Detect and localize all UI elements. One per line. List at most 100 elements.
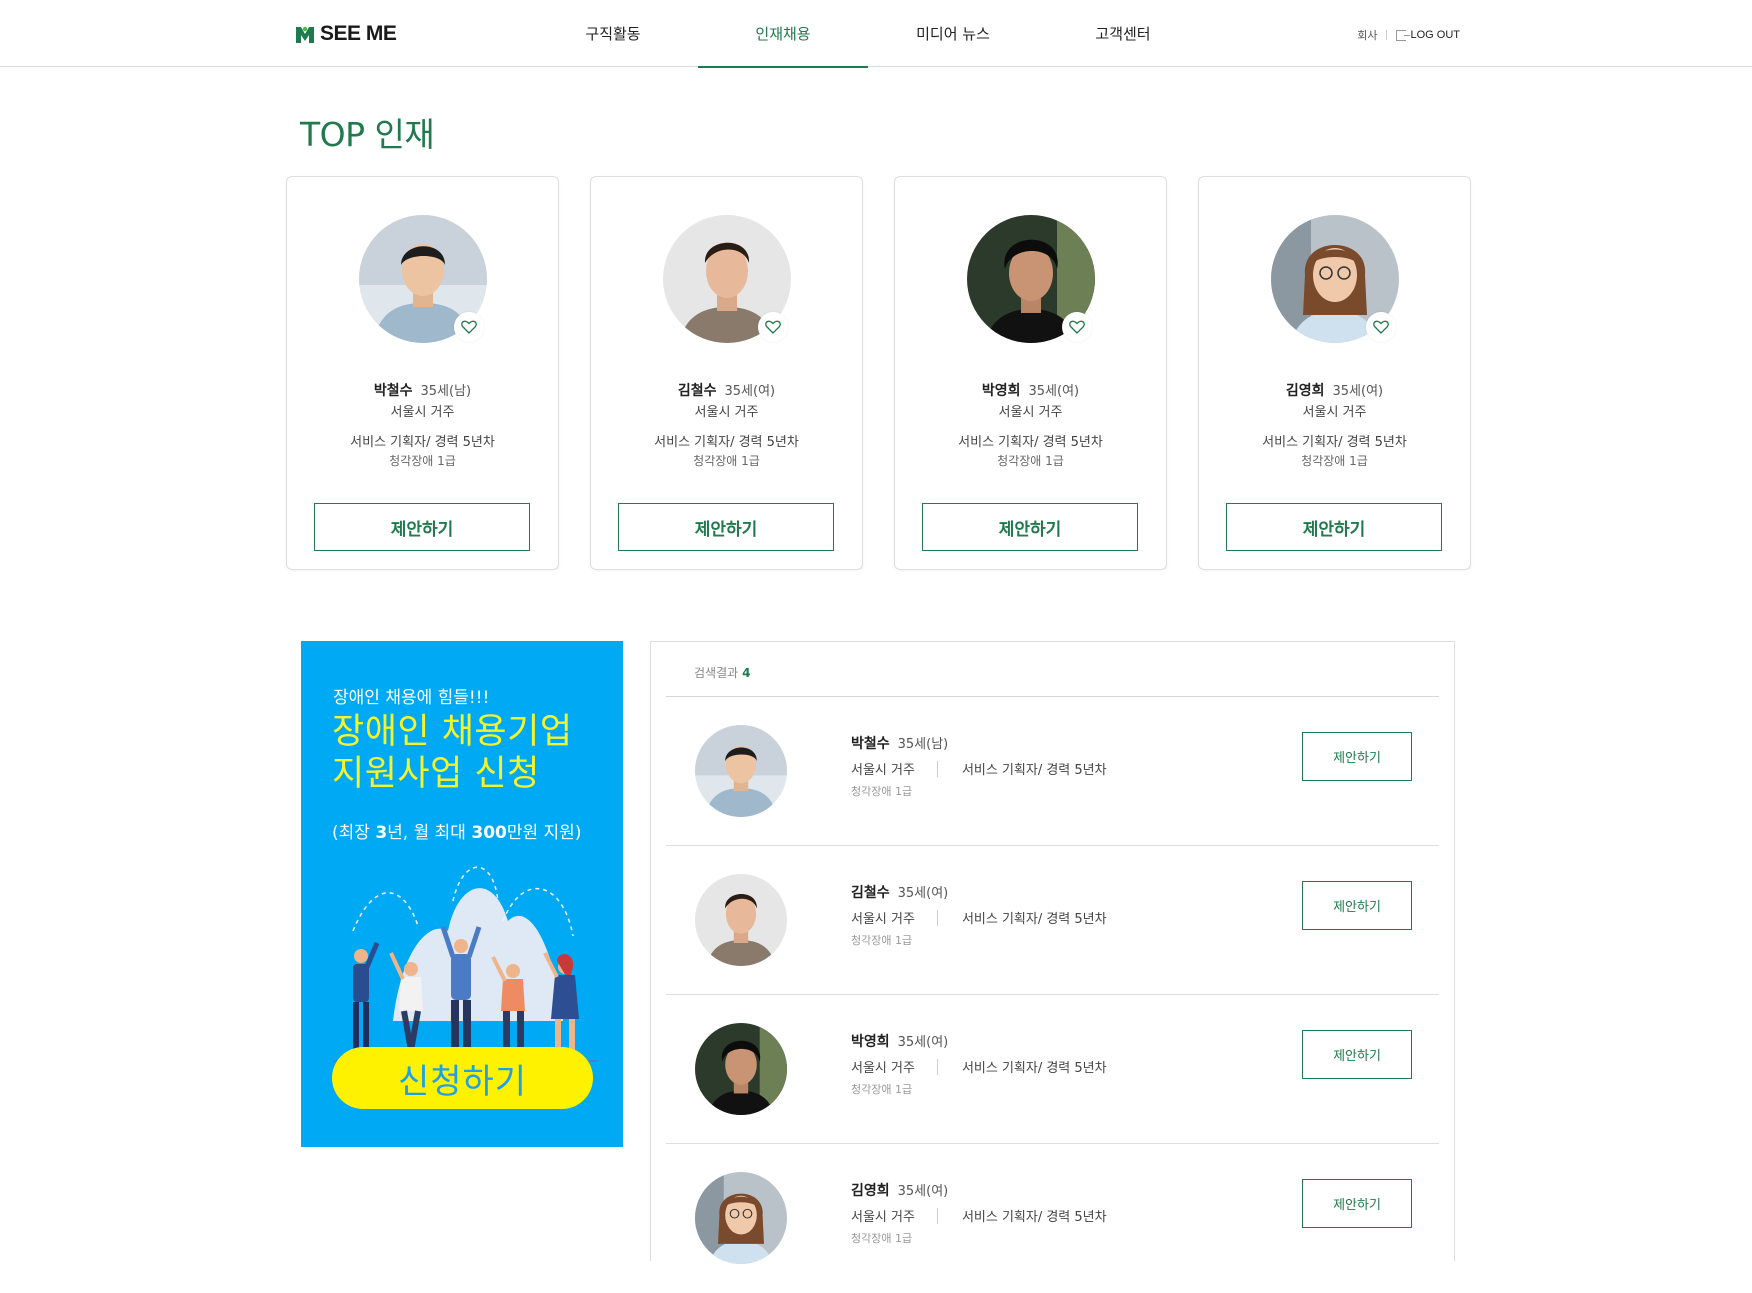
top-header: SEE ME 구직활동 인재채용 미디어 뉴스 고객센터 회사 LOG OUT: [0, 0, 1752, 68]
apply-button[interactable]: 신청하기: [332, 1047, 593, 1109]
top-talent-cards: 박철수 35세(남) 서울시 거주 서비스 기획자/ 경력 5년차 청각장애 1급…: [286, 176, 1471, 570]
nav-customer-center[interactable]: 고객센터: [1038, 0, 1208, 67]
result-career: 서비스 기획자/ 경력 5년차: [961, 1061, 1107, 1076]
nav-job-search[interactable]: 구직활동: [528, 0, 698, 67]
support-banner[interactable]: 장애인 채용에 힘들!!! 장애인 채용기업 지원사업 신청 (최장 3년, 월…: [301, 641, 623, 1147]
talent-name: 박영희: [981, 383, 1021, 399]
banner-title-line2: 지원사업 신청: [332, 754, 540, 794]
talent-location: 서울시 거주: [1302, 405, 1367, 420]
talent-age: 35세(여): [724, 384, 776, 399]
result-location: 서울시 거주: [851, 912, 915, 927]
talent-name-line: 김영희 35세(여): [1199, 380, 1470, 400]
banner-note: (최장 3년, 월 최대 300만원 지원): [332, 818, 581, 843]
favorite-heart-icon[interactable]: [758, 312, 788, 342]
banner-note-mid: 년, 월 최대: [387, 823, 472, 843]
result-row: 김영희 35세(여) 서울시 거주 서비스 기획자/ 경력 5년차 청각장애 1급 …: [666, 1144, 1439, 1293]
talent-name: 박철수: [373, 383, 413, 399]
banner-note-amount: 300: [471, 823, 507, 843]
result-meta: 서울시 거주 서비스 기획자/ 경력 5년차: [851, 908, 1107, 927]
result-disability: 청각장애 1급: [851, 785, 913, 798]
result-disability: 청각장애 1급: [851, 1083, 913, 1096]
main-nav: 구직활동 인재채용 미디어 뉴스 고객센터: [528, 0, 1208, 68]
talent-disability: 청각장애 1급: [389, 454, 456, 468]
talent-career: 서비스 기획자/ 경력 5년차: [1262, 435, 1407, 450]
talent-location: 서울시 거주: [390, 405, 455, 420]
banner-note-years: 3: [375, 823, 388, 843]
avatar: [695, 1172, 787, 1264]
avatar: [695, 874, 787, 966]
result-location: 서울시 거주: [851, 1061, 915, 1076]
logout-label: LOG OUT: [1410, 29, 1460, 41]
company-link[interactable]: 회사: [1357, 27, 1377, 43]
avatar: [695, 1023, 787, 1115]
talent-career: 서비스 기획자/ 경력 5년차: [350, 435, 495, 450]
result-age: 35세(여): [897, 1184, 949, 1199]
result-name-line: 김영희 35세(여): [851, 1180, 948, 1200]
propose-button[interactable]: 제안하기: [1302, 732, 1412, 781]
result-row: 김철수 35세(여) 서울시 거주 서비스 기획자/ 경력 5년차 청각장애 1급 …: [666, 846, 1439, 995]
nav-media-news[interactable]: 미디어 뉴스: [868, 0, 1038, 67]
divider: [936, 760, 938, 777]
result-name-line: 박영희 35세(여): [851, 1031, 948, 1051]
result-career: 서비스 기획자/ 경력 5년차: [961, 1210, 1107, 1225]
propose-button[interactable]: 제안하기: [1302, 1179, 1412, 1228]
banner-title-line1: 장애인 채용기업: [332, 712, 573, 752]
favorite-heart-icon[interactable]: [454, 312, 484, 342]
utility-links: 회사 LOG OUT: [1357, 27, 1460, 43]
result-meta: 서울시 거주 서비스 기획자/ 경력 5년차: [851, 1206, 1107, 1225]
results-count-label: 검색결과 4: [694, 664, 751, 681]
propose-button[interactable]: 제안하기: [314, 503, 530, 551]
nav-talent-recruit[interactable]: 인재채용: [698, 0, 868, 68]
logo[interactable]: SEE ME: [294, 19, 397, 49]
result-meta: 서울시 거주 서비스 기획자/ 경력 5년차: [851, 1057, 1107, 1076]
banner-subtitle: 장애인 채용에 힘들!!!: [333, 688, 490, 708]
talent-name-line: 김철수 35세(여): [591, 380, 862, 400]
logo-mark-icon: [296, 26, 314, 43]
talent-card: 김영희 35세(여) 서울시 거주 서비스 기획자/ 경력 5년차 청각장애 1급…: [1198, 176, 1471, 570]
talent-age: 35세(남): [420, 384, 472, 399]
banner-note-post: 만원 지원): [506, 823, 582, 843]
result-age: 35세(남): [897, 737, 949, 752]
result-location: 서울시 거주: [851, 763, 915, 778]
talent-career: 서비스 기획자/ 경력 5년차: [654, 435, 799, 450]
result-age: 35세(여): [897, 886, 949, 901]
divider: [1386, 30, 1388, 40]
result-name-line: 김철수 35세(여): [851, 882, 948, 902]
talent-name-line: 박철수 35세(남): [287, 380, 558, 400]
propose-button[interactable]: 제안하기: [618, 503, 834, 551]
talent-name: 김철수: [677, 383, 717, 399]
talent-disability: 청각장애 1급: [1301, 454, 1368, 468]
result-location: 서울시 거주: [851, 1210, 915, 1225]
talent-location: 서울시 거주: [694, 405, 759, 420]
talent-age: 35세(여): [1332, 384, 1384, 399]
result-disability: 청각장애 1급: [851, 1232, 913, 1245]
logout-button[interactable]: LOG OUT: [1396, 29, 1460, 41]
propose-button[interactable]: 제안하기: [1302, 1030, 1412, 1079]
result-row: 박철수 35세(남) 서울시 거주 서비스 기획자/ 경력 5년차 청각장애 1급 …: [666, 697, 1439, 846]
logout-icon: [1396, 29, 1411, 41]
banner-title: 장애인 채용기업 지원사업 신청: [332, 711, 573, 795]
banner-note-pre: (최장: [332, 823, 376, 843]
result-name-line: 박철수 35세(남): [851, 733, 948, 753]
propose-button[interactable]: 제안하기: [1226, 503, 1442, 551]
avatar: [695, 725, 787, 817]
result-meta: 서울시 거주 서비스 기획자/ 경력 5년차: [851, 759, 1107, 778]
talent-card: 김철수 35세(여) 서울시 거주 서비스 기획자/ 경력 5년차 청각장애 1급…: [590, 176, 863, 570]
divider: [936, 1058, 938, 1075]
favorite-heart-icon[interactable]: [1366, 312, 1396, 342]
talent-disability: 청각장애 1급: [693, 454, 760, 468]
result-career: 서비스 기획자/ 경력 5년차: [961, 912, 1107, 927]
result-disability: 청각장애 1급: [851, 934, 913, 947]
result-career: 서비스 기획자/ 경력 5년차: [961, 763, 1107, 778]
favorite-heart-icon[interactable]: [1062, 312, 1092, 342]
logo-text: SEE ME: [320, 22, 397, 45]
celebrating-people-illustration: [333, 866, 597, 1062]
divider: [936, 909, 938, 926]
talent-card: 박영희 35세(여) 서울시 거주 서비스 기획자/ 경력 5년차 청각장애 1급…: [894, 176, 1167, 570]
propose-button[interactable]: 제안하기: [1302, 881, 1412, 930]
propose-button[interactable]: 제안하기: [922, 503, 1138, 551]
result-name: 박철수: [851, 736, 890, 752]
result-row: 박영희 35세(여) 서울시 거주 서비스 기획자/ 경력 5년차 청각장애 1급 …: [666, 995, 1439, 1144]
talent-location: 서울시 거주: [998, 405, 1063, 420]
result-name: 김영희: [851, 1183, 890, 1199]
